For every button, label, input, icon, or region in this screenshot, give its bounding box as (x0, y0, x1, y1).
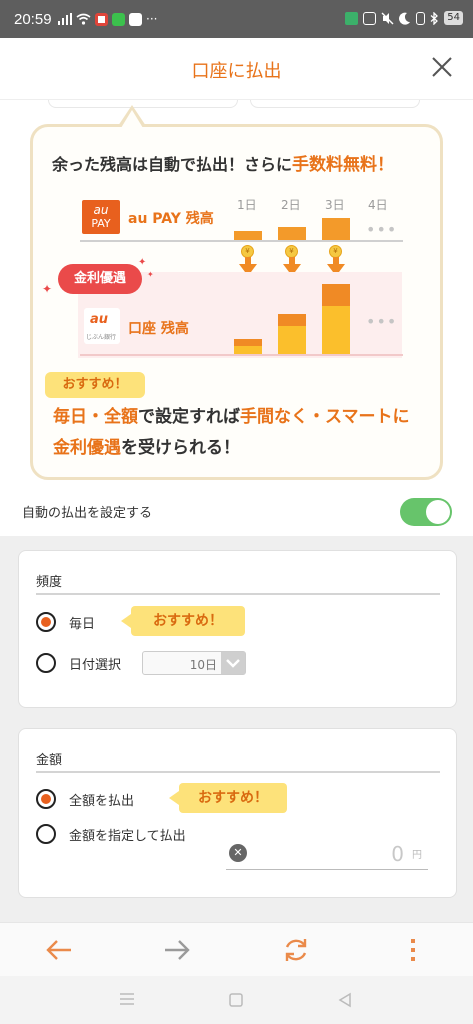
signal-icon (58, 13, 72, 25)
sparkle-icon: ✦ (138, 257, 147, 268)
date-dropdown-value: 10日 (189, 658, 217, 672)
bank-bar-day3-top (322, 284, 350, 306)
status-more: ··· (146, 12, 158, 26)
jibun-logo-text: じぶん銀行 (86, 334, 117, 341)
bank-baseline (80, 354, 403, 356)
amount-unit: 円 (412, 850, 422, 861)
battery-icon: 54 (444, 11, 463, 25)
sparkle-icon: ✦ (147, 270, 154, 279)
nfc-icon (363, 11, 377, 25)
all-recommend-callout: おすすめ！ (169, 783, 287, 813)
promo-body: 毎日・全額で設定すれば手間なく・スマートに 金利優遇を受けられる！ (53, 402, 410, 464)
radio-daily-label[interactable]: 毎日 (69, 613, 95, 632)
radio-date-select-label[interactable]: 日付選択 (69, 654, 121, 673)
auto-payout-label: 自動の払出を設定する (22, 506, 153, 521)
bank-bar-day2-top (278, 314, 306, 326)
bank-bar-day3 (322, 306, 350, 354)
bank-balance-label: 口座 残高 (128, 321, 189, 337)
au-pay-bar-day3 (322, 218, 350, 241)
tab-hint-right (250, 100, 420, 108)
au-pay-logo-top: au (93, 203, 109, 217)
chrome-icon (95, 12, 108, 26)
amount-divider (36, 771, 440, 773)
page-title: 口座に払出 (191, 61, 282, 82)
wifi-icon (76, 13, 91, 25)
promo-headline: 余った残高は自動で払出！さらに手数料無料！ (52, 150, 394, 175)
amount-input[interactable]: ✕ 0 円 (226, 840, 428, 870)
promo-headline-highlight: 手数料無料！ (292, 155, 395, 175)
line-icon (112, 12, 125, 26)
sparkle-icon: ✦ (42, 282, 53, 296)
amount-title: 金額 (36, 753, 63, 768)
back-icon[interactable] (337, 992, 353, 1008)
arrow-left-icon[interactable] (44, 935, 74, 965)
radio-payout-specify-label[interactable]: 金額を指定して払出 (69, 825, 186, 844)
vibrate-icon (416, 11, 426, 25)
moon-icon (399, 12, 411, 25)
app-header: 口座に払出 (0, 38, 473, 100)
chevron-down-icon (221, 652, 245, 674)
day-label-3: 3日 (325, 198, 345, 212)
radio-daily[interactable] (36, 612, 56, 632)
osusume-tag: おすすめ！ (45, 372, 145, 398)
day-label-4: 4日 (368, 198, 388, 212)
system-nav-bar (0, 976, 473, 1024)
bank-more-dots: ••• (366, 312, 398, 331)
jibun-logo-au: au (90, 312, 109, 327)
frequency-divider (36, 593, 440, 595)
promo-receive-text: を受けられる！ (121, 438, 240, 458)
close-icon[interactable] (431, 56, 453, 78)
kinri-badge: 金利優遇 (58, 264, 142, 294)
toggle-knob (426, 500, 450, 524)
au-pay-balance-label: au PAY 残高 (128, 211, 214, 227)
mute-icon (381, 12, 394, 24)
au-pay-baseline (80, 240, 403, 242)
jibun-bank-logo: au じぶん銀行 (84, 308, 120, 344)
home-icon[interactable] (228, 992, 244, 1008)
frequency-title: 頻度 (36, 575, 63, 590)
arrow-right-icon[interactable] (162, 935, 192, 965)
promo-kinri-text: 金利優遇 (53, 438, 121, 458)
radio-date-select[interactable] (36, 653, 56, 673)
bank-bar-day1-top (234, 339, 262, 346)
clear-icon[interactable]: ✕ (229, 844, 247, 862)
day-label-1: 1日 (237, 198, 257, 212)
status-right-icons: 54 (345, 11, 463, 25)
promo-body-line1: 毎日・全額で設定すれば手間なく・スマートに (53, 402, 410, 433)
bluetooth-icon (430, 11, 439, 25)
promo-setting-text: で設定すれば (138, 407, 240, 427)
more-vertical-icon[interactable] (398, 935, 428, 965)
bubble-tail-inner (121, 110, 143, 128)
auto-payout-row: 自動の払出を設定する (0, 490, 473, 536)
au-pay-bar-day2 (278, 227, 306, 241)
bank-bar-day1 (234, 346, 262, 354)
recent-apps-icon[interactable] (119, 992, 135, 1006)
date-dropdown[interactable]: 10日 (142, 651, 246, 675)
promo-headline-prefix: 余った残高は自動で払出！さらに (52, 155, 293, 174)
daily-recommend-callout: おすすめ！ (121, 606, 245, 636)
bank-bar-day2 (278, 326, 306, 354)
amount-card: 金額 全額を払出 おすすめ！ 金額を指定して払出 (18, 728, 457, 898)
status-time: 20:59 (14, 11, 52, 28)
au-pay-logo: au PAY (82, 200, 120, 234)
status-bar: 20:59 ··· 54 (0, 0, 473, 38)
auto-payout-toggle[interactable] (400, 498, 452, 526)
radio-payout-specify[interactable] (36, 824, 56, 844)
amount-value: 0 (391, 842, 404, 866)
promo-daily-full: 毎日・全額 (53, 407, 138, 427)
bottom-nav (0, 922, 473, 976)
radio-payout-all-label[interactable]: 全額を払出 (69, 790, 134, 809)
status-left-icons: ··· (58, 12, 157, 26)
frequency-card: 頻度 毎日 おすすめ！ 日付選択 10日 (18, 550, 457, 708)
refresh-icon[interactable] (281, 935, 311, 965)
day-label-2: 2日 (281, 198, 301, 212)
promo-body-line2: 金利優遇を受けられる！ (53, 433, 410, 464)
shield-icon (345, 11, 359, 25)
au-pay-more-dots: ••• (366, 220, 398, 239)
promo-smart-text: 手間なく・スマートに (240, 407, 410, 427)
au-pay-logo-bottom: PAY (91, 217, 111, 230)
radio-payout-all[interactable] (36, 789, 56, 809)
cloud-icon (129, 12, 142, 26)
